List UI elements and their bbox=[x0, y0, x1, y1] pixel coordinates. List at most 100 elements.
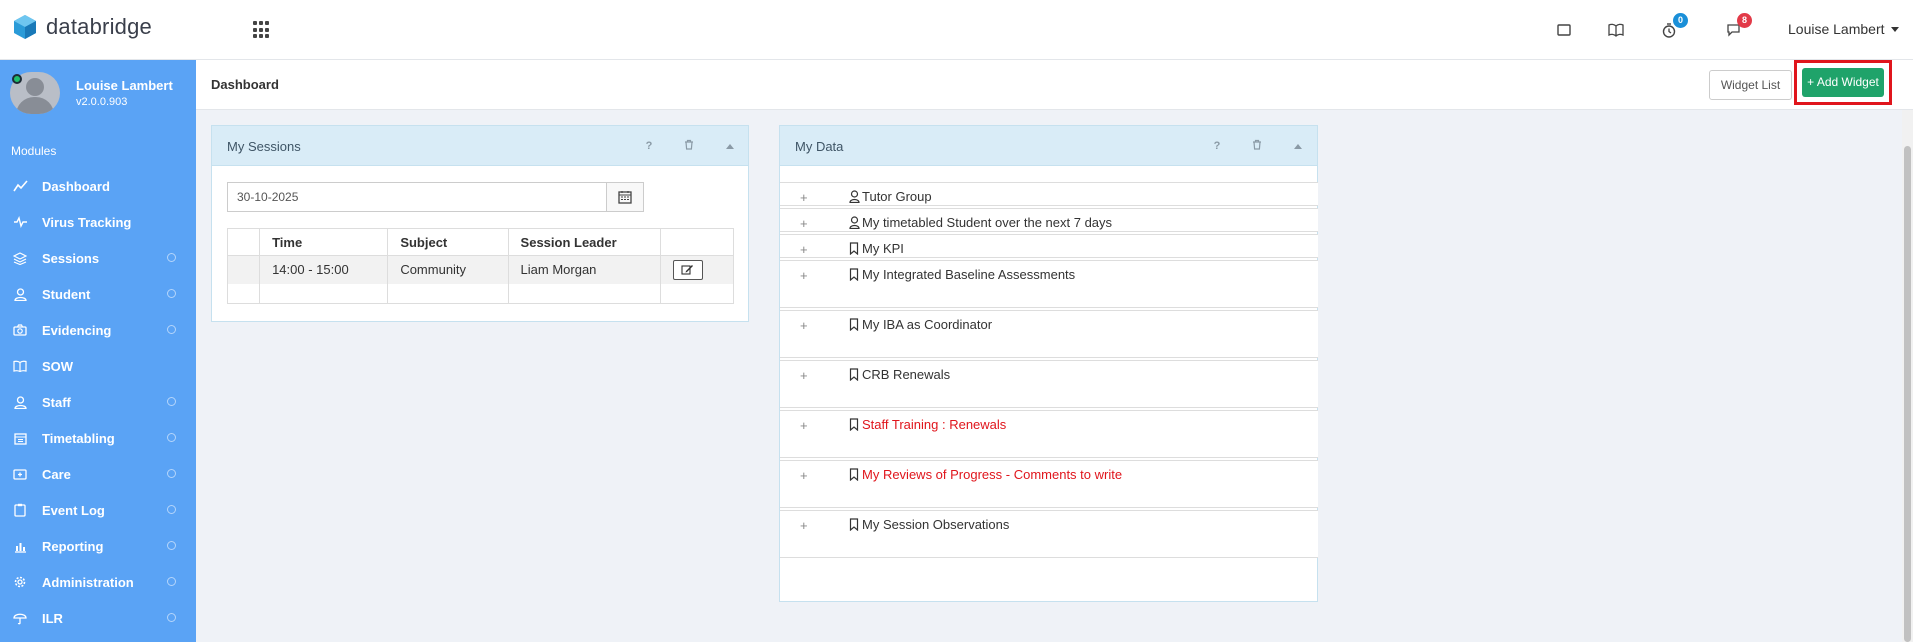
page-header: Dashboard Widget List + Add Widget bbox=[196, 60, 1913, 110]
list-item-label[interactable]: My IBA as Coordinator bbox=[862, 317, 992, 332]
sidebar-item-evidencing[interactable]: Evidencing bbox=[0, 312, 196, 348]
user-menu-name: Louise Lambert bbox=[1788, 21, 1885, 37]
sidebar-nav: Dashboard Virus Tracking Sessions Student Ev… bbox=[0, 168, 196, 636]
expand-indicator-icon bbox=[167, 577, 176, 586]
collapse-icon[interactable] bbox=[723, 139, 737, 153]
list-item-label[interactable]: My Reviews of Progress - Comments to wri… bbox=[862, 467, 1122, 482]
column-header-time: Time bbox=[259, 228, 389, 256]
session-date-field[interactable]: 30-10-2025 bbox=[227, 182, 607, 212]
sidebar-item-label: Virus Tracking bbox=[42, 214, 132, 230]
expand-indicator-icon bbox=[167, 541, 176, 550]
expand-plus-icon[interactable]: + bbox=[800, 468, 808, 483]
sidebar-item-event-log[interactable]: Event Log bbox=[0, 492, 196, 528]
list-item[interactable]: + Tutor Group bbox=[780, 182, 1318, 206]
sidebar-item-label: Event Log bbox=[42, 502, 105, 518]
expand-plus-icon[interactable]: + bbox=[800, 190, 808, 205]
add-widget-button[interactable]: + Add Widget bbox=[1802, 68, 1884, 97]
list-item-label[interactable]: My timetabled Student over the next 7 da… bbox=[862, 215, 1112, 230]
expand-indicator-icon bbox=[167, 397, 176, 406]
expand-indicator-icon bbox=[167, 325, 176, 334]
list-item[interactable]: + CRB Renewals bbox=[780, 360, 1318, 408]
sidebar-item-care[interactable]: Care bbox=[0, 456, 196, 492]
list-item[interactable]: + My timetabled Student over the next 7 d… bbox=[780, 208, 1318, 232]
timer-icon[interactable]: 0 bbox=[1658, 13, 1688, 41]
user-menu[interactable]: Louise Lambert bbox=[1788, 21, 1899, 37]
messages-icon[interactable]: 8 bbox=[1722, 13, 1752, 41]
expand-plus-icon[interactable]: + bbox=[800, 518, 808, 533]
camera-icon bbox=[12, 322, 28, 338]
sidebar-item-timetabling[interactable]: Timetabling bbox=[0, 420, 196, 456]
list-item[interactable]: + My IBA as Coordinator bbox=[780, 310, 1318, 358]
brand-name: databridge bbox=[46, 14, 152, 39]
widget-header: My Sessions ? bbox=[212, 126, 748, 166]
bookmark-icon bbox=[849, 368, 861, 382]
sidebar-item-reporting[interactable]: Reporting bbox=[0, 528, 196, 564]
expand-plus-icon[interactable]: + bbox=[800, 418, 808, 433]
expand-plus-icon[interactable]: + bbox=[800, 368, 808, 383]
sidebar-item-label: Evidencing bbox=[42, 322, 112, 338]
collapse-icon[interactable] bbox=[1291, 139, 1305, 153]
list-item-label[interactable]: Staff Training : Renewals bbox=[862, 417, 1006, 432]
user-icon bbox=[849, 190, 861, 204]
sessions-table: Time Subject Session Leader 14:00 - 15:0… bbox=[227, 228, 735, 304]
expand-plus-icon[interactable]: + bbox=[800, 216, 808, 231]
sidebar-item-staff[interactable]: Staff bbox=[0, 384, 196, 420]
tablet-icon[interactable] bbox=[1553, 19, 1575, 41]
sidebar-item-label: SOW bbox=[42, 358, 74, 374]
sidebar-item-student[interactable]: Student bbox=[0, 276, 196, 312]
sidebar-item-sessions[interactable]: Sessions bbox=[0, 240, 196, 276]
trash-icon[interactable] bbox=[1250, 139, 1264, 153]
sidebar-item-administration[interactable]: Administration bbox=[0, 564, 196, 600]
user-profile[interactable]: Louise Lambert v2.0.0.903 bbox=[10, 72, 190, 118]
first-aid-icon bbox=[12, 466, 28, 482]
apps-grid-icon[interactable] bbox=[253, 21, 271, 39]
bookmark-icon bbox=[849, 242, 861, 256]
edit-icon[interactable] bbox=[672, 259, 703, 280]
calendar-icon bbox=[12, 430, 28, 446]
list-item[interactable]: + My KPI bbox=[780, 234, 1318, 258]
trash-icon[interactable] bbox=[682, 139, 696, 153]
widget-list-button[interactable]: Widget List bbox=[1709, 70, 1792, 100]
sidebar-item-label: Timetabling bbox=[42, 430, 115, 446]
table-header-row: Time Subject Session Leader bbox=[227, 228, 735, 256]
list-item-label[interactable]: My KPI bbox=[862, 241, 904, 256]
clipboard-icon bbox=[12, 502, 28, 518]
list-item-label[interactable]: My Integrated Baseline Assessments bbox=[862, 267, 1075, 282]
list-item[interactable]: + My Session Observations bbox=[780, 510, 1318, 558]
list-item[interactable]: + Staff Training : Renewals bbox=[780, 410, 1318, 458]
expand-plus-icon[interactable]: + bbox=[800, 318, 808, 333]
help-icon[interactable]: ? bbox=[1210, 139, 1224, 153]
sidebar-item-virus-tracking[interactable]: Virus Tracking bbox=[0, 204, 196, 240]
sidebar-item-sow[interactable]: SOW bbox=[0, 348, 196, 384]
list-item[interactable]: + My Integrated Baseline Assessments bbox=[780, 260, 1318, 308]
column-header-session-leader: Session Leader bbox=[508, 228, 661, 256]
book-open-icon[interactable] bbox=[1605, 19, 1627, 41]
sidebar-item-label: Student bbox=[42, 286, 91, 302]
list-item-label[interactable]: My Session Observations bbox=[862, 517, 1009, 532]
book-icon bbox=[12, 358, 28, 374]
brand[interactable]: databridge bbox=[12, 14, 152, 40]
sidebar-item-ilr[interactable]: ILR bbox=[0, 600, 196, 636]
table-row[interactable]: 14:00 - 15:00 Community Liam Morgan bbox=[227, 255, 735, 284]
expand-indicator-icon bbox=[167, 253, 176, 262]
sidebar-item-label: ILR bbox=[42, 610, 63, 626]
bookmark-icon bbox=[849, 268, 861, 282]
list-item[interactable]: + My Reviews of Progress - Comments to wr… bbox=[780, 460, 1318, 508]
list-item-label[interactable]: Tutor Group bbox=[862, 189, 932, 204]
my-sessions-widget: My Sessions ? 30-10-2025 Time Subject Se… bbox=[211, 125, 749, 322]
expand-plus-icon[interactable]: + bbox=[800, 268, 808, 283]
calendar-icon[interactable] bbox=[606, 182, 644, 212]
session-subject: Community bbox=[387, 255, 509, 284]
bar-chart-icon bbox=[12, 538, 28, 554]
user-icon bbox=[849, 216, 861, 230]
widget-header: My Data ? bbox=[780, 126, 1317, 166]
column-header bbox=[660, 228, 735, 256]
scrollbar[interactable] bbox=[1902, 110, 1913, 642]
list-item-label[interactable]: CRB Renewals bbox=[862, 367, 950, 382]
modules-heading: Modules bbox=[11, 144, 57, 158]
app-version: v2.0.0.903 bbox=[76, 96, 128, 108]
sidebar-item-dashboard[interactable]: Dashboard bbox=[0, 168, 196, 204]
expand-plus-icon[interactable]: + bbox=[800, 242, 808, 257]
help-icon[interactable]: ? bbox=[642, 139, 656, 153]
sidebar: Louise Lambert v2.0.0.903 Modules Dashbo… bbox=[0, 60, 196, 642]
